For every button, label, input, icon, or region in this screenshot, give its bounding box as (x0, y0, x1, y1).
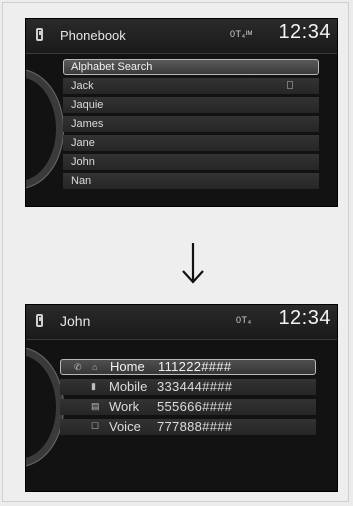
phone-icon (36, 314, 43, 327)
dial-arc-highlight (26, 347, 64, 467)
list-item-label: Alphabet Search (71, 61, 153, 73)
dial-arc-highlight (26, 69, 64, 189)
entry-label: Work (109, 399, 140, 414)
list-item-label: Jack (71, 80, 94, 92)
work-icon: ▤ (91, 401, 100, 411)
entry-number: 111222#### (158, 359, 232, 374)
phone-icon (36, 28, 43, 41)
status-indicator: 0T₄ᴵᴹ (230, 29, 253, 39)
contact-item-jack[interactable]: Jack (63, 78, 319, 94)
voice-icon: ☐ (91, 421, 100, 431)
number-entry-voice[interactable]: ☐ Voice 777888#### (60, 419, 316, 435)
entry-label: Home (110, 359, 145, 374)
home-icon: ⌂ (92, 362, 98, 372)
contact-item-nan[interactable]: Nan (63, 173, 319, 189)
phone-entry-icon (287, 81, 293, 89)
header-bar: John 0T₄ 12:34 (26, 305, 337, 340)
number-entry-home[interactable]: ✆ ⌂ Home 111222#### (60, 359, 316, 375)
contact-item-jaquie[interactable]: Jaquie (63, 97, 319, 113)
clock: 12:34 (278, 21, 331, 43)
entry-number: 777888#### (157, 419, 233, 434)
contact-item-jane[interactable]: Jane (63, 135, 319, 151)
entry-label: Mobile (109, 379, 148, 394)
alphabet-search-button[interactable]: Alphabet Search (63, 59, 319, 75)
phonebook-screen: Phonebook 0T₄ᴵᴹ 12:34 Alphabet Search Ja… (25, 18, 338, 207)
header-bar: Phonebook 0T₄ᴵᴹ 12:34 (26, 19, 337, 54)
contact-item-john[interactable]: John (63, 154, 319, 170)
contact-detail-screen: John 0T₄ 12:34 ✆ ⌂ Home 111222#### ▮ Mob… (25, 304, 338, 492)
screen-title: John (60, 313, 91, 329)
entry-number: 555666#### (157, 399, 233, 414)
entry-number: 333444#### (157, 379, 233, 394)
contact-item-james[interactable]: James (63, 116, 319, 132)
list-item-label: John (71, 156, 95, 168)
down-arrow-icon (182, 243, 204, 284)
number-entry-work[interactable]: ▤ Work 555666#### (60, 399, 316, 415)
list-item-label: James (71, 118, 104, 130)
mobile-icon: ▮ (91, 381, 96, 391)
number-entry-mobile[interactable]: ▮ Mobile 333444#### (60, 379, 316, 395)
handset-icon: ✆ (74, 362, 82, 372)
screen-title: Phonebook (60, 28, 126, 43)
entry-label: Voice (109, 419, 141, 434)
list-item-label: Jaquie (71, 99, 104, 111)
clock: 12:34 (278, 307, 331, 329)
list-item-label: Nan (71, 175, 92, 187)
list-item-label: Jane (71, 137, 95, 149)
